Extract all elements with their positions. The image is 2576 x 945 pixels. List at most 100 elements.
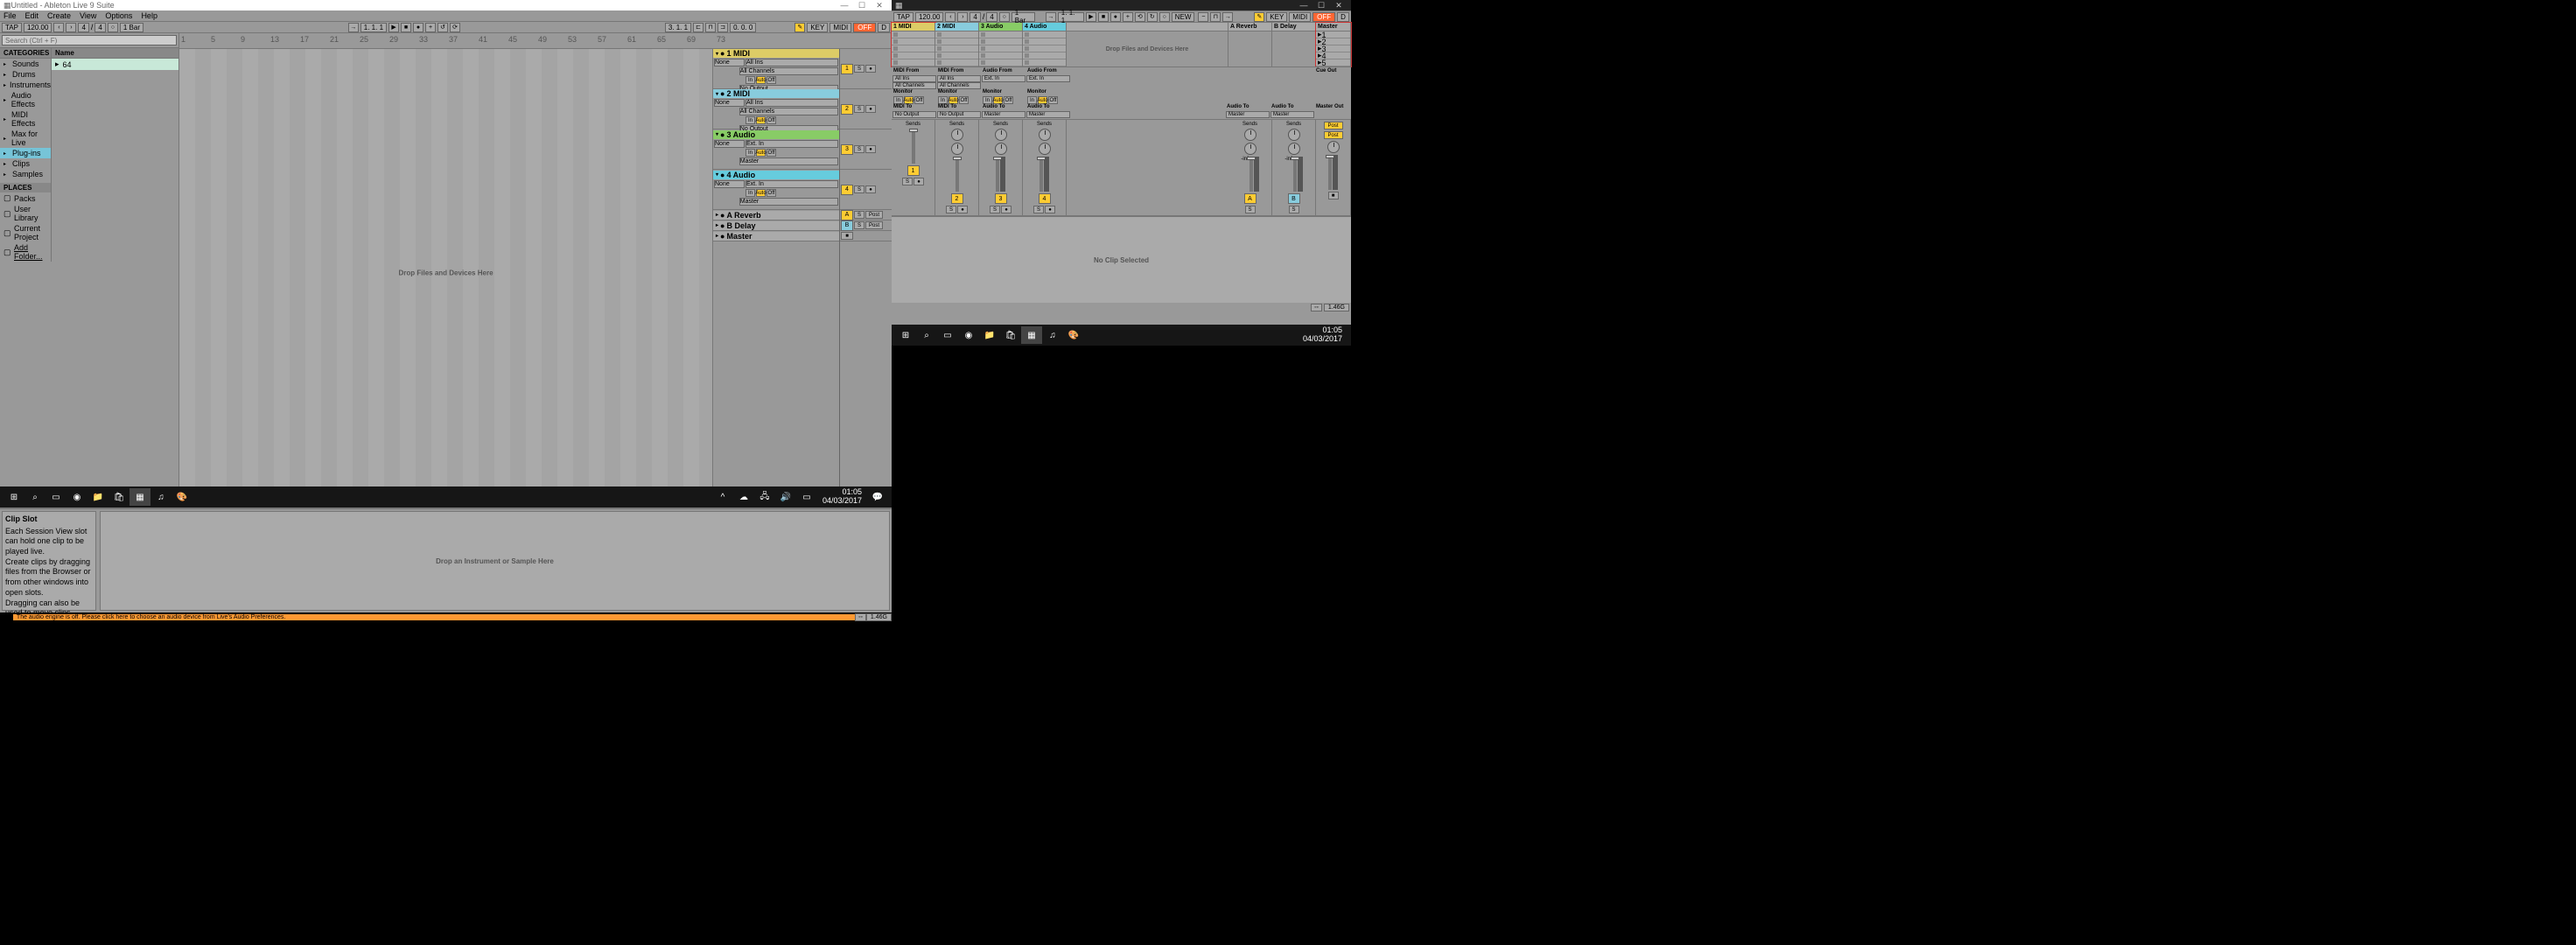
track-2-input[interactable]: All Ins [746,99,838,107]
ableton-icon[interactable]: ▦ [130,488,150,506]
track-1-device-sel[interactable]: None [714,59,745,66]
track-2-mon-off[interactable]: Off [766,116,776,124]
track-2-mon-in[interactable]: In [746,116,755,124]
reenable-automation-button[interactable]: ⟳ [450,23,460,32]
track-3-solo[interactable]: S [854,145,864,153]
stop-2[interactable]: ■ [1098,12,1109,22]
session-return-a[interactable]: A Reverb [1228,23,1272,66]
name-column-header[interactable]: Name [52,47,178,59]
track-1-channel[interactable]: All Channels [739,67,838,75]
track-4-arm[interactable]: ● [865,186,876,193]
session-drop-area[interactable]: Drop Files and Devices Here [1067,23,1228,66]
track-4-activator[interactable]: 4 [841,185,853,195]
punch-out-button[interactable]: ⊐ [718,23,728,32]
place-packs[interactable]: ▢Packs [0,192,51,204]
return-a-solo[interactable]: S [854,211,864,219]
return-a-post[interactable]: Post [865,211,883,219]
search-input[interactable]: Search (Ctrl + F) [2,35,177,46]
solo-1[interactable]: S [902,178,913,186]
track-4-output[interactable]: Master [739,198,838,206]
app-icon-3[interactable]: 🎨 [172,488,192,506]
track-1-input[interactable]: All Ins [746,59,838,66]
ra-out[interactable]: Master [1226,111,1270,118]
tempo-field[interactable]: 120.00 [24,23,52,32]
play-button[interactable]: ▶ [388,23,399,32]
notifications-icon[interactable]: 💬 [867,488,888,506]
store-icon[interactable]: 🛍 [108,488,130,506]
track-4-device-sel[interactable]: None [714,180,745,188]
master-solo[interactable]: ■ [841,232,853,240]
t1-out[interactable]: No Output [892,111,936,118]
cat-midi-effects[interactable]: ▸MIDI Effects [0,109,51,129]
beat-ruler[interactable]: 1 5 9 13 17 21 25 29 33 37 41 45 49 53 5… [179,33,892,49]
place-add-folder[interactable]: ▢Add Folder... [0,242,51,262]
track-4-mon-off[interactable]: Off [766,189,776,197]
automation-arm-button[interactable]: ↺ [438,23,448,32]
minimize-button-2[interactable]: — [1295,1,1312,10]
app-icon-2[interactable]: ♫ [150,488,172,506]
menu-help[interactable]: Help [141,11,158,20]
track-3-mon-in[interactable]: In [746,149,755,157]
audio-engine-warning[interactable]: The audio engine is off. Please click he… [13,614,855,620]
master-post[interactable]: Post [1324,122,1343,130]
track-4-mon-in[interactable]: In [746,189,755,197]
track-1-midi[interactable]: ▾●1 MIDI [713,49,839,58]
cpu-off-indicator[interactable]: OFF [853,23,876,32]
cat-plug-ins[interactable]: ▸Plug-ins [0,148,51,158]
track-1-arm[interactable]: ● [865,65,876,73]
play-2[interactable]: ▶ [1086,12,1096,22]
fader-2[interactable] [956,157,959,192]
close-button[interactable]: ✕ [871,1,888,10]
tap-tempo-2[interactable]: TAP [893,12,914,22]
sig-denominator[interactable]: 4 [94,23,105,32]
loop-start[interactable]: 3. 1. 1 [665,23,691,32]
loop-length[interactable]: 0. 0. 0 [730,23,756,32]
track-4-mon-auto[interactable]: Auto [756,189,766,197]
tray-cloud-icon[interactable]: ☁ [733,488,754,506]
menu-view[interactable]: View [80,11,96,20]
session-track-4[interactable]: 4 Audio [1023,23,1067,66]
track-3-input[interactable]: Ext. In [746,140,838,148]
tray-volume-icon[interactable]: 🔊 [775,488,796,506]
record-button[interactable]: ● [413,23,424,32]
menu-edit[interactable]: Edit [25,11,39,20]
clip-slot[interactable] [892,46,934,52]
cat-samples[interactable]: ▸Samples [0,169,51,179]
session-track-3[interactable]: 3 Audio [979,23,1023,66]
loop-button[interactable]: ⊓ [705,23,716,32]
overdub-button[interactable]: + [425,23,436,32]
cat-sounds[interactable]: ▸Sounds [0,59,51,69]
track-3-mon-auto[interactable]: Auto [756,149,766,157]
start-button-2[interactable]: ⊞ [895,326,916,344]
close-button-2[interactable]: ✕ [1330,1,1348,10]
track-1-solo[interactable]: S [854,65,864,73]
return-a-reverb[interactable]: ▸●A Reverb [713,211,839,220]
track-3-output[interactable]: Master [739,158,838,165]
place-user-library[interactable]: ▢User Library [0,204,51,223]
tray-lang-icon[interactable]: ▭ [796,488,817,506]
fader-1[interactable] [912,129,915,164]
track-2-device-sel[interactable]: None [714,99,745,107]
track-1-activator[interactable]: 1 [841,64,853,74]
t2-ch[interactable]: All Channels [937,82,981,89]
session-track-1[interactable]: 1 MIDI [892,23,935,66]
track-2-activator[interactable]: 2 [841,104,853,115]
track-2-arm[interactable]: ● [865,105,876,113]
session-return-b[interactable]: B Delay [1272,23,1316,66]
t1-in[interactable]: All Ins [892,75,936,82]
track-3-device-sel[interactable]: None [714,140,745,148]
clip-slot[interactable] [892,60,934,66]
chrome-icon-2[interactable]: ◉ [958,326,979,344]
tempo-nudge-down[interactable]: ‹ [53,23,64,32]
explorer-icon[interactable]: 📁 [88,488,108,506]
tray-chevron-icon[interactable]: ^ [712,488,733,506]
cat-instruments[interactable]: ▸Instruments [0,80,51,90]
task-view-icon[interactable]: ▭ [46,488,66,506]
browser-item[interactable]: ▸64 [52,59,178,70]
punch-in-button[interactable]: ⊏ [693,23,704,32]
tray-network-icon[interactable]: 🖧 [754,488,775,506]
rb-out[interactable]: Master [1270,111,1314,118]
rec-2[interactable]: ● [1110,12,1121,22]
master-solo[interactable]: ■ [1328,192,1339,200]
pan-2[interactable] [951,143,963,155]
